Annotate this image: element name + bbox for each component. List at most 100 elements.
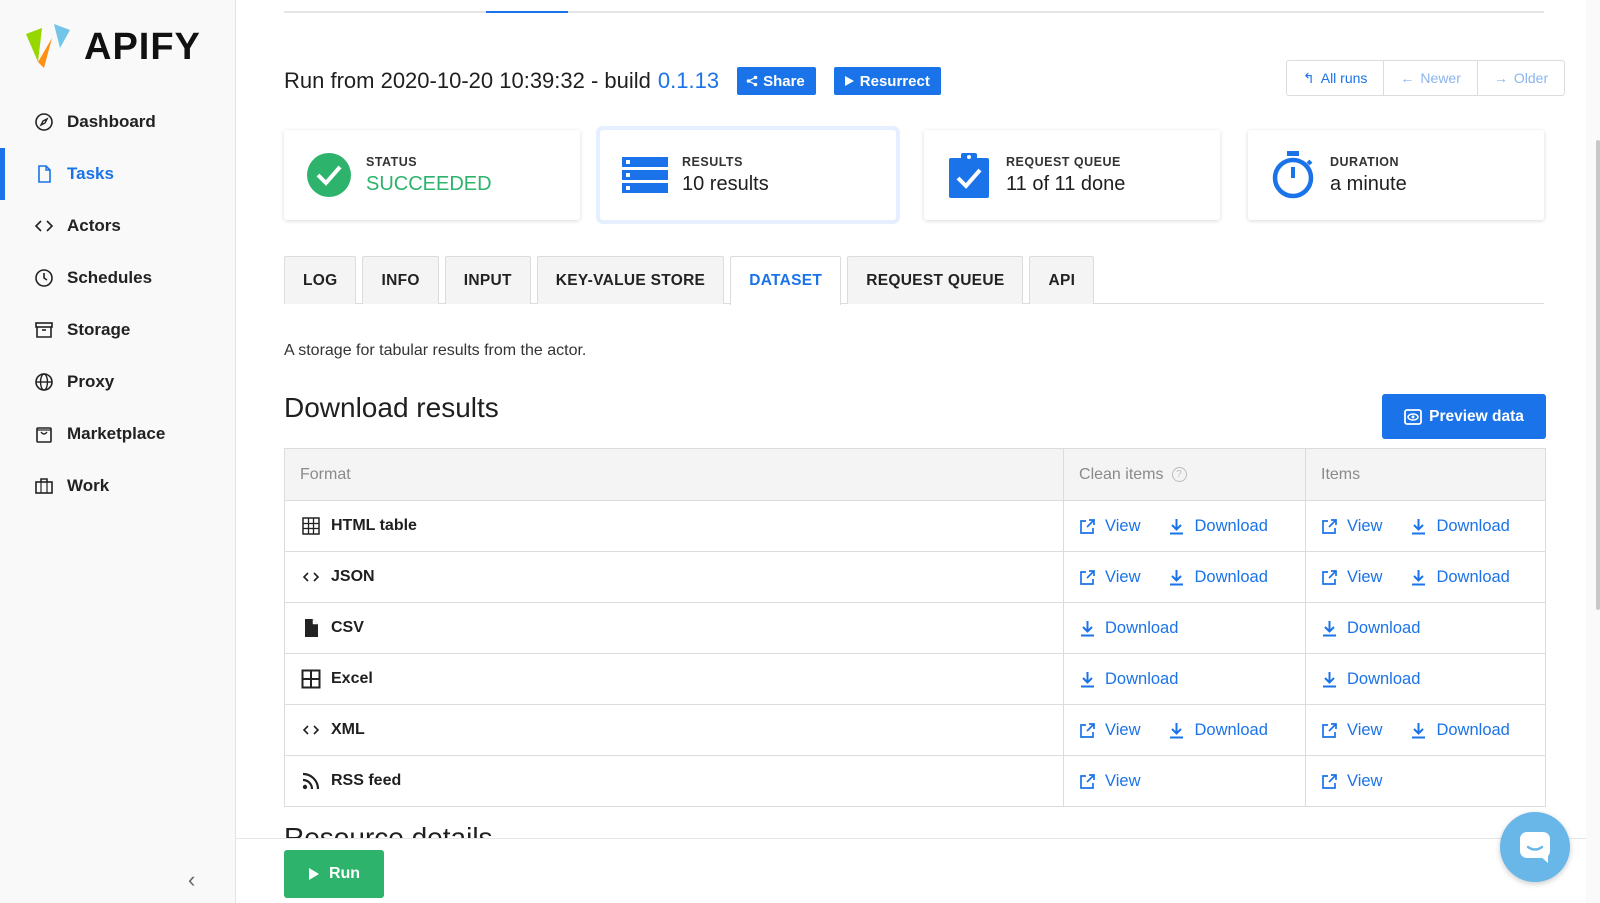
external-link-icon [1080, 773, 1095, 789]
clipboard-check-icon [946, 152, 992, 198]
newer-button[interactable]: ← Newer [1384, 61, 1478, 95]
clean-view-link[interactable]: View [1079, 568, 1140, 587]
tab-input[interactable]: INPUT [444, 256, 531, 304]
items-download-link[interactable]: Download [1410, 721, 1510, 740]
clean-view-link[interactable]: View [1079, 772, 1140, 791]
collapse-sidebar-button[interactable]: ‹ [188, 869, 208, 891]
sidebar-item-label: Schedules [67, 268, 153, 287]
download-label: Download [1436, 516, 1510, 535]
external-link-icon [1080, 518, 1095, 534]
items-download-link[interactable]: Download [1321, 670, 1420, 689]
sidebar-item-storage[interactable]: Storage [0, 304, 236, 356]
table-row: HTML table View Download View Download [284, 500, 1546, 552]
items-view-link[interactable]: View [1321, 517, 1382, 536]
sidebar-item-actors[interactable]: Actors [0, 200, 236, 252]
older-label: Older [1513, 70, 1549, 86]
bottom-action-bar [236, 838, 1600, 903]
run-title-text: Run from 2020-10-20 10:39:32 - build [284, 68, 651, 93]
sidebar-nav: Dashboard Tasks Actors Schedules Storage [0, 96, 236, 512]
scrollbar-thumb[interactable] [1596, 140, 1600, 610]
dataset-description: A storage for tabular results from the a… [284, 342, 587, 359]
logo-text: APIFY [84, 25, 201, 68]
items-download-link[interactable]: Download [1321, 619, 1420, 638]
list-icon [622, 152, 668, 198]
external-link-icon [1322, 773, 1337, 789]
share-label: Share [763, 72, 805, 90]
clean-view-link[interactable]: View [1079, 517, 1140, 536]
apify-logo[interactable]: APIFY [24, 22, 201, 72]
download-label: Download [1436, 567, 1510, 586]
items-view-link[interactable]: View [1321, 721, 1382, 740]
results-card[interactable]: RESULTS 10 results [600, 130, 896, 220]
older-button[interactable]: → Older [1478, 61, 1564, 95]
download-label: Download [1347, 618, 1421, 637]
tab-info[interactable]: INFO [362, 256, 439, 304]
items-download-link[interactable]: Download [1410, 567, 1510, 587]
clock-icon [34, 268, 54, 288]
request-queue-card[interactable]: REQUEST QUEUE 11 of 11 done [924, 130, 1220, 220]
sidebar-item-dashboard[interactable]: Dashboard [0, 96, 236, 148]
clean-download-link[interactable]: Download [1168, 721, 1268, 740]
build-link[interactable]: 0.1.13 [658, 68, 719, 94]
rss-icon [300, 770, 322, 792]
table-row: Excel Download Download [284, 653, 1546, 705]
items-column-header: Items [1305, 448, 1546, 501]
download-icon [1412, 518, 1426, 534]
sidebar-item-work[interactable]: Work [0, 460, 236, 512]
clean-download-link[interactable]: Download [1079, 619, 1178, 638]
play-icon [844, 76, 854, 86]
code-icon [300, 719, 322, 741]
items-view-link[interactable]: View [1321, 772, 1382, 791]
sidebar-item-tasks[interactable]: Tasks [0, 148, 236, 200]
tab-api[interactable]: API [1029, 256, 1095, 304]
external-link-icon [1322, 569, 1337, 585]
clean-view-link[interactable]: View [1079, 721, 1140, 740]
format-name: CSV [331, 619, 364, 636]
page-title: Run from 2020-10-20 10:39:32 - build 0.1… [284, 66, 941, 96]
items-download-link[interactable]: Download [1410, 516, 1510, 536]
sidebar-item-schedules[interactable]: Schedules [0, 252, 236, 304]
spreadsheet-icon [300, 668, 322, 690]
view-label: View [1347, 771, 1383, 790]
download-label: Download [1105, 618, 1179, 637]
clean-download-link[interactable]: Download [1168, 517, 1268, 536]
sidebar-item-label: Marketplace [67, 424, 166, 443]
preview-data-label: Preview data [1429, 407, 1524, 425]
chat-widget-button[interactable] [1500, 812, 1570, 882]
eye-icon [1404, 408, 1423, 425]
table-header-row: Format Clean items? Items [284, 448, 1546, 501]
sidebar-item-marketplace[interactable]: Marketplace [0, 408, 236, 460]
help-icon[interactable]: ? [1171, 466, 1187, 482]
clean-download-link[interactable]: Download [1079, 670, 1178, 689]
document-icon [34, 164, 54, 184]
sidebar-item-proxy[interactable]: Proxy [0, 356, 236, 408]
tab-dataset[interactable]: DATASET [730, 256, 842, 305]
share-button[interactable]: Share [737, 67, 816, 95]
newer-label: Newer [1420, 70, 1461, 86]
items-view-link[interactable]: View [1321, 568, 1382, 587]
download-icon [1170, 518, 1184, 534]
tab-log[interactable]: LOG [284, 256, 357, 304]
tab-key-value-store[interactable]: KEY-VALUE STORE [536, 256, 725, 304]
request-queue-label: REQUEST QUEUE [1006, 154, 1121, 169]
tab-request-queue[interactable]: REQUEST QUEUE [847, 256, 1024, 304]
view-label: View [1105, 516, 1141, 535]
preview-data-button[interactable]: Preview data [1382, 394, 1546, 439]
resurrect-button[interactable]: Resurrect [833, 67, 941, 95]
resource-details-heading: Resource details [284, 822, 493, 838]
duration-value: a minute [1330, 172, 1407, 195]
request-queue-value: 11 of 11 done [1006, 172, 1126, 195]
external-link-icon [1080, 569, 1095, 585]
sidebar-item-label: Dashboard [67, 112, 156, 131]
archive-icon [34, 320, 54, 340]
download-formats-table: Format Clean items? Items HTML table Vie… [284, 448, 1546, 807]
sidebar-item-label: Work [67, 476, 110, 495]
clean-items-header-label: Clean items [1079, 465, 1164, 483]
run-button[interactable]: Run [284, 850, 384, 898]
clean-download-link[interactable]: Download [1168, 568, 1268, 587]
table-row: JSON View Download View Download [284, 551, 1546, 603]
sidebar-item-label: Tasks [67, 164, 114, 183]
arrow-up-left-icon: ↰ [1303, 69, 1315, 86]
format-name: JSON [331, 568, 375, 585]
all-runs-button[interactable]: ↰ All runs [1287, 61, 1385, 95]
